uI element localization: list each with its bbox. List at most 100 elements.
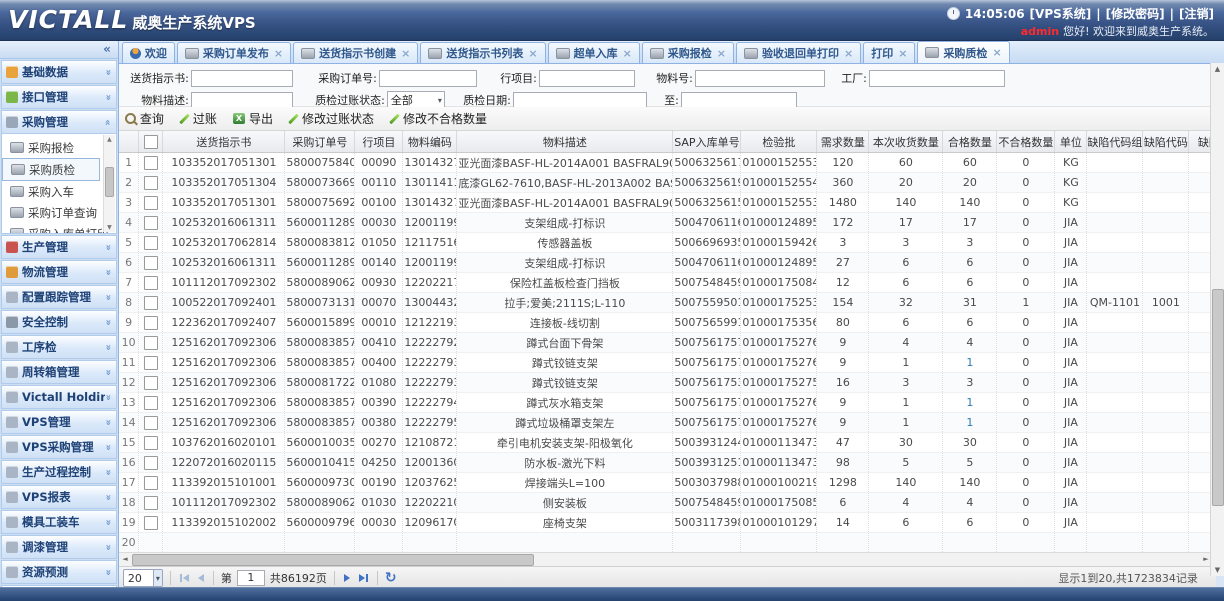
column-header[interactable]: 采购订单号 bbox=[285, 131, 355, 153]
toolbar-button-2[interactable]: 导出 bbox=[233, 110, 273, 127]
chevron-icon[interactable]: » bbox=[103, 419, 114, 425]
row-checkbox[interactable] bbox=[144, 516, 158, 530]
chevron-icon[interactable]: » bbox=[103, 119, 114, 125]
row-checkbox[interactable] bbox=[144, 496, 158, 510]
vertical-scrollbar[interactable]: ▲ ▼ bbox=[1210, 63, 1224, 576]
table-row[interactable]: 1612207201602011556000104150425012001360… bbox=[119, 453, 1212, 473]
toolbar-button-3[interactable]: 修改过账状态 bbox=[289, 110, 374, 127]
scroll-down-icon[interactable]: ▼ bbox=[104, 223, 115, 232]
tab-4[interactable]: 超单入库× bbox=[548, 42, 640, 63]
sidebar-group-8[interactable]: 周转箱管理» bbox=[1, 360, 117, 384]
toolbar-button-4[interactable]: 修改不合格数量 bbox=[390, 110, 487, 127]
sidebar-group-7[interactable]: 工序检» bbox=[1, 335, 117, 359]
column-header[interactable]: SAP入库单号 bbox=[673, 131, 741, 153]
column-header[interactable]: 需求数量 bbox=[817, 131, 869, 153]
chevron-icon[interactable]: » bbox=[103, 319, 114, 325]
table-row[interactable]: 912236201709240756000158990001012122193连… bbox=[119, 313, 1212, 333]
logout-link[interactable]: [注销] bbox=[1179, 5, 1214, 22]
table-row[interactable]: 1711339201510100156000097300019012037625… bbox=[119, 473, 1212, 493]
sidebar-group-9[interactable]: Victall Holding» bbox=[1, 385, 117, 409]
sidebar-group-13[interactable]: VPS报表» bbox=[1, 485, 117, 509]
sidebar-collapse-button[interactable]: « bbox=[0, 41, 118, 59]
tab-2[interactable]: 送货指示书创建× bbox=[293, 42, 418, 63]
row-checkbox[interactable] bbox=[144, 156, 158, 170]
scroll-down-icon[interactable]: ▼ bbox=[1211, 564, 1224, 576]
column-header[interactable]: 送货指示书 bbox=[163, 131, 285, 153]
sidebar-item-3[interactable]: 采购订单查询 bbox=[2, 202, 116, 223]
table-row[interactable]: 710111201709230258000890620093012202217保… bbox=[119, 273, 1212, 293]
filter-input[interactable] bbox=[869, 70, 1005, 87]
tab-8[interactable]: 采购质检× bbox=[917, 41, 1009, 63]
row-checkbox[interactable] bbox=[144, 436, 158, 450]
column-header[interactable]: 不合格数量 bbox=[997, 131, 1055, 153]
tab-1[interactable]: 采购订单发布× bbox=[177, 42, 291, 63]
column-header[interactable]: 合格数量 bbox=[943, 131, 997, 153]
sidebar-group-3[interactable]: 生产管理» bbox=[1, 235, 117, 259]
select-all-checkbox[interactable] bbox=[144, 135, 158, 149]
refresh-button[interactable]: ↻ bbox=[385, 571, 397, 585]
sidebar-item-2[interactable]: 采购入车 bbox=[2, 181, 116, 202]
change-password-link[interactable]: [修改密码] bbox=[1106, 5, 1165, 22]
close-icon[interactable]: × bbox=[274, 47, 283, 60]
row-checkbox[interactable] bbox=[144, 376, 158, 390]
scroll-left-icon[interactable]: ◄ bbox=[119, 553, 131, 566]
chevron-icon[interactable]: » bbox=[103, 394, 114, 400]
sidebar-group-14[interactable]: 模具工装车» bbox=[1, 510, 117, 534]
sidebar-group-12[interactable]: 生产过程控制» bbox=[1, 460, 117, 484]
table-row[interactable]: 1510376201602010156000100350027012108721… bbox=[119, 433, 1212, 453]
chevron-icon[interactable]: » bbox=[103, 469, 114, 475]
sidebar-item-0[interactable]: 采购报检 bbox=[2, 137, 116, 158]
table-row[interactable]: 410253201606131156000112890003012001199支… bbox=[119, 213, 1212, 233]
row-checkbox[interactable] bbox=[144, 276, 158, 290]
close-icon[interactable]: × bbox=[844, 47, 853, 60]
sidebar-item-1[interactable]: 采购质检 bbox=[2, 158, 100, 181]
row-checkbox[interactable] bbox=[144, 416, 158, 430]
next-page-button[interactable] bbox=[342, 574, 352, 582]
table-row[interactable]: 810052201709240158000731310007013004432拉… bbox=[119, 293, 1212, 313]
qualified-qty-link[interactable]: 1 bbox=[943, 353, 997, 373]
tab-7[interactable]: 打印× bbox=[863, 42, 915, 63]
row-checkbox[interactable] bbox=[144, 196, 158, 210]
table-row[interactable]: 110335201705130158000758400009013014327亚… bbox=[119, 153, 1212, 173]
filter-input[interactable] bbox=[191, 92, 293, 109]
table-row[interactable]: 210335201705130458000736690011013011411底… bbox=[119, 173, 1212, 193]
row-checkbox[interactable] bbox=[144, 316, 158, 330]
sidebar-group-16[interactable]: 资源预测» bbox=[1, 560, 117, 584]
filter-input[interactable] bbox=[513, 92, 647, 109]
row-checkbox[interactable] bbox=[144, 176, 158, 190]
column-header[interactable]: 单位 bbox=[1055, 131, 1087, 153]
sidebar-group-15[interactable]: 调漆管理» bbox=[1, 535, 117, 559]
sidebar-group-6[interactable]: 安全控制» bbox=[1, 310, 117, 334]
select-all-header[interactable] bbox=[139, 131, 163, 153]
vertical-scroll-thumb[interactable] bbox=[1212, 289, 1224, 506]
row-checkbox[interactable] bbox=[144, 456, 158, 470]
row-checkbox[interactable] bbox=[144, 236, 158, 250]
row-checkbox[interactable] bbox=[144, 336, 158, 350]
table-row[interactable]: 1810111201709230258000890620103012202210… bbox=[119, 493, 1212, 513]
column-header[interactable]: 检验批 bbox=[741, 131, 817, 153]
table-row[interactable]: 1012516201709230658000838570041012222792… bbox=[119, 333, 1212, 353]
toolbar-button-1[interactable]: 过账 bbox=[180, 110, 217, 127]
row-checkbox[interactable] bbox=[144, 256, 158, 270]
qualified-qty-link[interactable]: 1 bbox=[943, 393, 997, 413]
last-page-button[interactable] bbox=[357, 574, 370, 582]
sidebar-group-5[interactable]: 配置跟踪管理» bbox=[1, 285, 117, 309]
scroll-up-icon[interactable]: ▲ bbox=[104, 135, 115, 144]
table-row[interactable]: 610253201606131156000112890014012001199支… bbox=[119, 253, 1212, 273]
chevron-icon[interactable]: » bbox=[103, 444, 114, 450]
tab-6[interactable]: 验收退回单打印× bbox=[736, 42, 861, 63]
filter-input[interactable] bbox=[539, 70, 635, 87]
close-icon[interactable]: × bbox=[623, 47, 632, 60]
chevron-icon[interactable]: » bbox=[103, 69, 114, 75]
chevron-icon[interactable]: » bbox=[103, 344, 114, 350]
horizontal-scroll-thumb[interactable] bbox=[132, 554, 534, 566]
sidebar-group-4[interactable]: 物流管理» bbox=[1, 260, 117, 284]
submenu-scrollbar[interactable]: ▲▼ bbox=[103, 135, 115, 232]
horizontal-scrollbar[interactable]: ◄ ► bbox=[119, 552, 1212, 566]
first-page-button[interactable] bbox=[178, 574, 191, 582]
column-header[interactable]: 缺陷代码组 bbox=[1087, 131, 1143, 153]
column-header[interactable]: 缺陷 bbox=[1189, 131, 1212, 153]
column-header[interactable]: 本次收货数量 bbox=[869, 131, 943, 153]
chevron-icon[interactable]: » bbox=[103, 569, 114, 575]
row-checkbox[interactable] bbox=[144, 396, 158, 410]
